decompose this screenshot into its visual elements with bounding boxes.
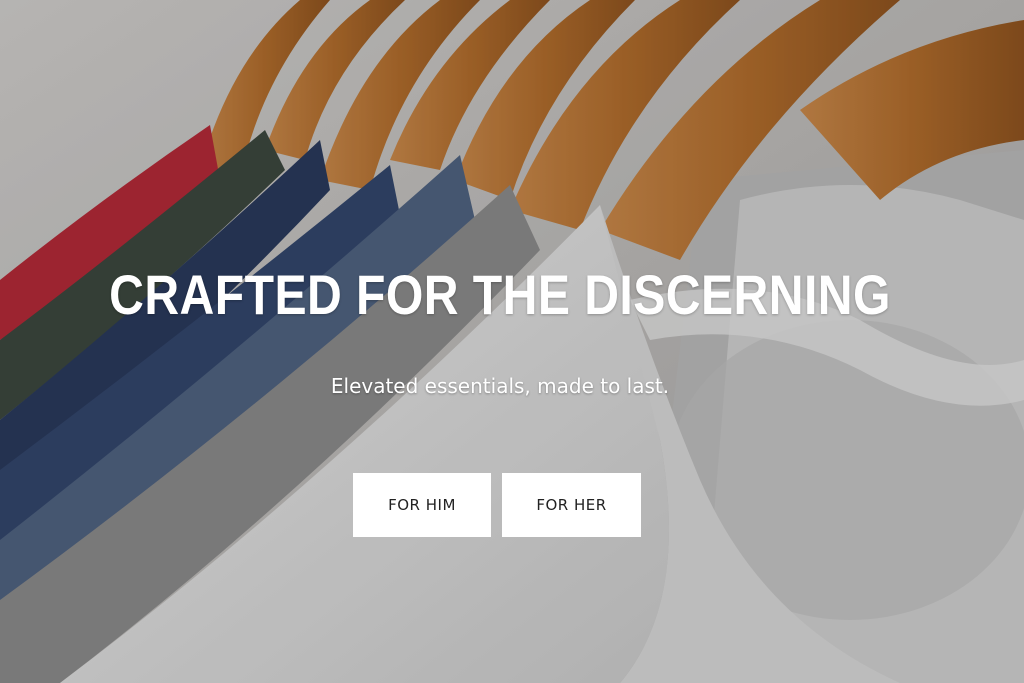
hero-overlay [0,0,1024,683]
hero-headline: CRAFTED FOR THE DISCERNING [109,263,891,326]
shop-for-him-button[interactable]: FOR HIM [353,473,491,537]
hero-banner: CRAFTED FOR THE DISCERNING Elevated esse… [0,0,1024,683]
hero-subheadline: Elevated essentials, made to last. [330,374,670,398]
shop-for-her-button[interactable]: FOR HER [502,473,641,537]
